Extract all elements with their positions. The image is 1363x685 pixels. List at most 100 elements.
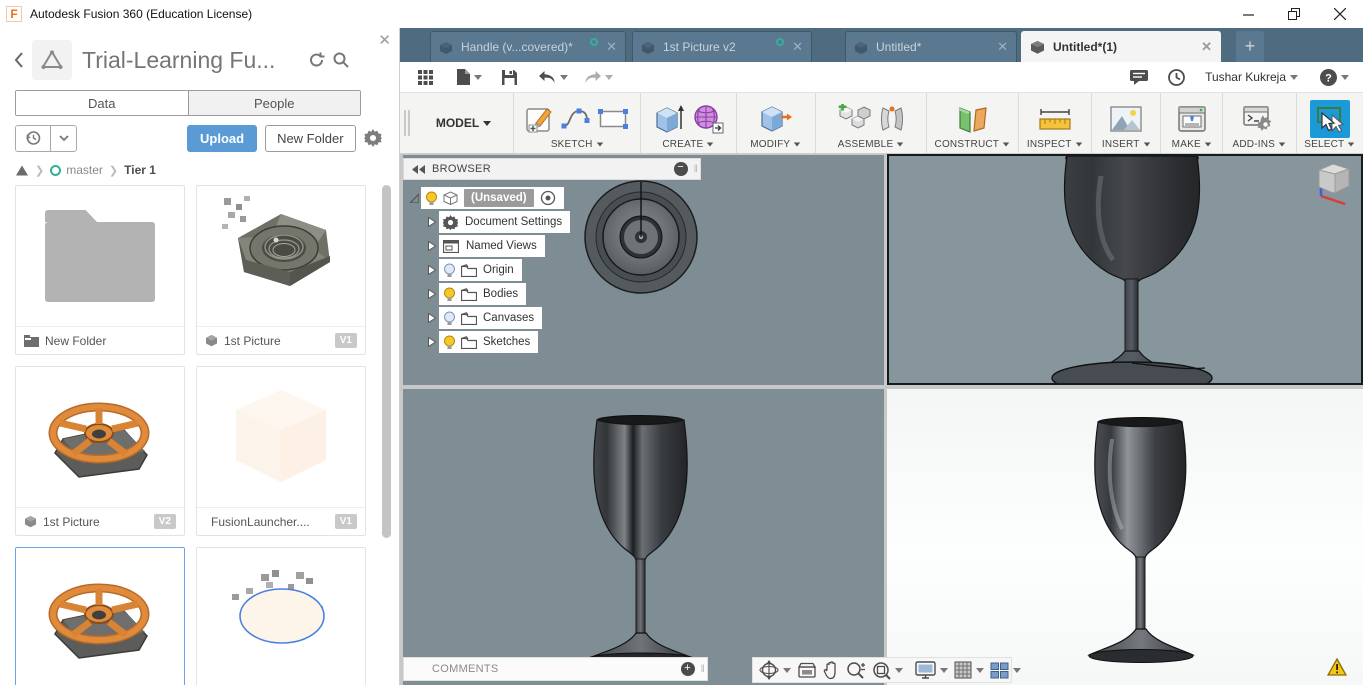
- history-chevron-down-icon[interactable]: [50, 125, 76, 151]
- workspace-selector[interactable]: MODEL: [414, 93, 513, 153]
- collapsed-arrow-icon[interactable]: [428, 313, 436, 323]
- ribbon-group-label[interactable]: SELECT: [1304, 139, 1355, 150]
- doc-tab-1st-picture[interactable]: 1st Picture v2 ✕: [632, 31, 812, 62]
- tab-data[interactable]: Data: [16, 91, 188, 115]
- ribbon-group-label[interactable]: INSPECT: [1027, 139, 1083, 150]
- bulb-on-icon[interactable]: [443, 287, 456, 302]
- bulb-on-icon[interactable]: [425, 191, 438, 206]
- new-component-icon[interactable]: [838, 103, 872, 134]
- list-item-1st-picture-v1[interactable]: 1st Picture V1: [196, 185, 366, 355]
- root-document-label[interactable]: (Unsaved): [464, 189, 534, 207]
- ribbon-group-label[interactable]: MAKE: [1172, 139, 1212, 150]
- ribbon-group-label[interactable]: ADD-INS: [1233, 139, 1287, 150]
- user-menu[interactable]: Tushar Kukreja: [1205, 70, 1298, 84]
- comment-icon[interactable]: [1130, 69, 1149, 85]
- activate-radio-icon[interactable]: [540, 190, 556, 206]
- search-icon[interactable]: [333, 52, 349, 68]
- panel-grip[interactable]: ‖: [694, 164, 698, 175]
- pan-icon[interactable]: [823, 660, 840, 680]
- tree-row-document-settings[interactable]: Document Settings: [403, 210, 703, 234]
- spline-icon[interactable]: [561, 106, 591, 132]
- list-item-1st-picture-v2[interactable]: 1st Picture V2: [15, 366, 185, 536]
- new-tab-button[interactable]: +: [1236, 31, 1264, 62]
- minimize-icon[interactable]: [1225, 0, 1271, 28]
- display-settings-icon[interactable]: [915, 661, 948, 679]
- restore-icon[interactable]: [1271, 0, 1317, 28]
- joint-icon[interactable]: [879, 104, 905, 134]
- apps-grid-icon[interactable]: [418, 69, 433, 85]
- tab-people[interactable]: People: [187, 91, 360, 115]
- hub-icon[interactable]: [15, 164, 29, 177]
- doc-tab-handle[interactable]: Handle (v...covered)* ✕: [430, 31, 626, 62]
- grid-icon[interactable]: [954, 661, 984, 679]
- fit-icon[interactable]: [872, 661, 903, 680]
- tree-row-bodies[interactable]: Bodies: [403, 282, 703, 306]
- comments-bar[interactable]: COMMENTS + ‖: [403, 657, 708, 681]
- save-icon[interactable]: [502, 69, 517, 85]
- bulb-off-icon[interactable]: [443, 311, 456, 326]
- list-item-fusionlauncher[interactable]: FusionLauncher.... V1: [196, 366, 366, 536]
- clock-icon[interactable]: [1168, 68, 1185, 86]
- collapsed-arrow-icon[interactable]: [428, 217, 436, 227]
- file-icon[interactable]: [457, 69, 482, 85]
- 3d-print-icon[interactable]: [1177, 105, 1207, 133]
- gear-icon[interactable]: [363, 129, 382, 147]
- list-item-new-folder[interactable]: New Folder: [15, 185, 185, 355]
- bulb-on-icon[interactable]: [443, 335, 456, 350]
- collapsed-arrow-icon[interactable]: [428, 265, 436, 275]
- bulb-off-icon[interactable]: [443, 263, 456, 278]
- extrude-icon[interactable]: [653, 103, 685, 135]
- ribbon-group-label[interactable]: INSERT: [1102, 139, 1151, 150]
- collapse-arrows-icon[interactable]: [412, 164, 426, 174]
- tree-row-sketches[interactable]: Sketches: [403, 330, 703, 354]
- upload-button[interactable]: Upload: [187, 124, 258, 152]
- tree-row-root[interactable]: (Unsaved): [403, 186, 703, 210]
- breadcrumb-folder[interactable]: Tier 1: [124, 163, 156, 177]
- view-cube[interactable]: [1311, 160, 1355, 208]
- tree-row-canvases[interactable]: Canvases: [403, 306, 703, 330]
- press-pull-icon[interactable]: [759, 104, 793, 134]
- redo-icon[interactable]: [584, 70, 613, 84]
- collapsed-arrow-icon[interactable]: [428, 241, 436, 251]
- doc-tab-untitled[interactable]: Untitled* ✕: [845, 31, 1017, 62]
- ribbon-group-label[interactable]: CREATE: [662, 139, 714, 150]
- insert-image-icon[interactable]: [1110, 105, 1142, 132]
- refresh-icon[interactable]: [308, 52, 325, 68]
- tab-close-icon[interactable]: ✕: [997, 39, 1008, 55]
- close-icon[interactable]: [1317, 0, 1363, 28]
- add-comment-icon[interactable]: +: [680, 662, 695, 676]
- viewport-bottom-left[interactable]: COMMENTS + ‖: [403, 389, 884, 685]
- rectangle-icon[interactable]: [598, 108, 629, 130]
- tree-row-origin[interactable]: Origin: [403, 258, 703, 282]
- tree-row-named-views[interactable]: Named Views: [403, 234, 703, 258]
- breadcrumb-branch[interactable]: master: [66, 163, 103, 177]
- list-item-ellipse-sketch[interactable]: [196, 547, 366, 685]
- construction-plane-icon[interactable]: [954, 104, 990, 134]
- ribbon-group-label[interactable]: MODIFY: [750, 139, 801, 150]
- viewport-bottom-right[interactable]: [887, 389, 1363, 685]
- ribbon-group-label[interactable]: SKETCH: [551, 139, 604, 150]
- collapse-node-icon[interactable]: −: [673, 162, 688, 176]
- ribbon-drag-handle[interactable]: [400, 93, 414, 153]
- panel-scrollbar[interactable]: [382, 185, 391, 538]
- panel-grip[interactable]: ‖: [701, 664, 705, 675]
- undo-icon[interactable]: [539, 70, 568, 84]
- tab-close-icon[interactable]: ✕: [1201, 39, 1212, 55]
- back-chevron-icon[interactable]: [14, 52, 24, 68]
- browser-header[interactable]: BROWSER − ‖: [403, 158, 701, 180]
- warning-icon[interactable]: [1327, 658, 1347, 676]
- ribbon-group-label[interactable]: ASSEMBLE: [838, 139, 905, 150]
- create-form-icon[interactable]: [692, 104, 724, 134]
- expanded-arrow-icon[interactable]: [409, 193, 419, 203]
- new-folder-button[interactable]: New Folder: [265, 124, 356, 152]
- project-icon[interactable]: [32, 40, 72, 80]
- ribbon-group-label[interactable]: CONSTRUCT: [935, 139, 1011, 150]
- history-icon[interactable]: [16, 125, 50, 151]
- viewport-top-left[interactable]: BROWSER − ‖ (Unsaved) Document Settings …: [403, 155, 884, 385]
- help-icon[interactable]: ?: [1320, 68, 1349, 86]
- tab-close-icon[interactable]: ✕: [606, 39, 617, 55]
- create-sketch-icon[interactable]: [526, 105, 554, 133]
- orbit-icon[interactable]: [759, 660, 791, 680]
- scripts-addins-icon[interactable]: [1243, 105, 1275, 133]
- doc-tab-untitled-1-active[interactable]: Untitled*(1) ✕: [1021, 31, 1221, 62]
